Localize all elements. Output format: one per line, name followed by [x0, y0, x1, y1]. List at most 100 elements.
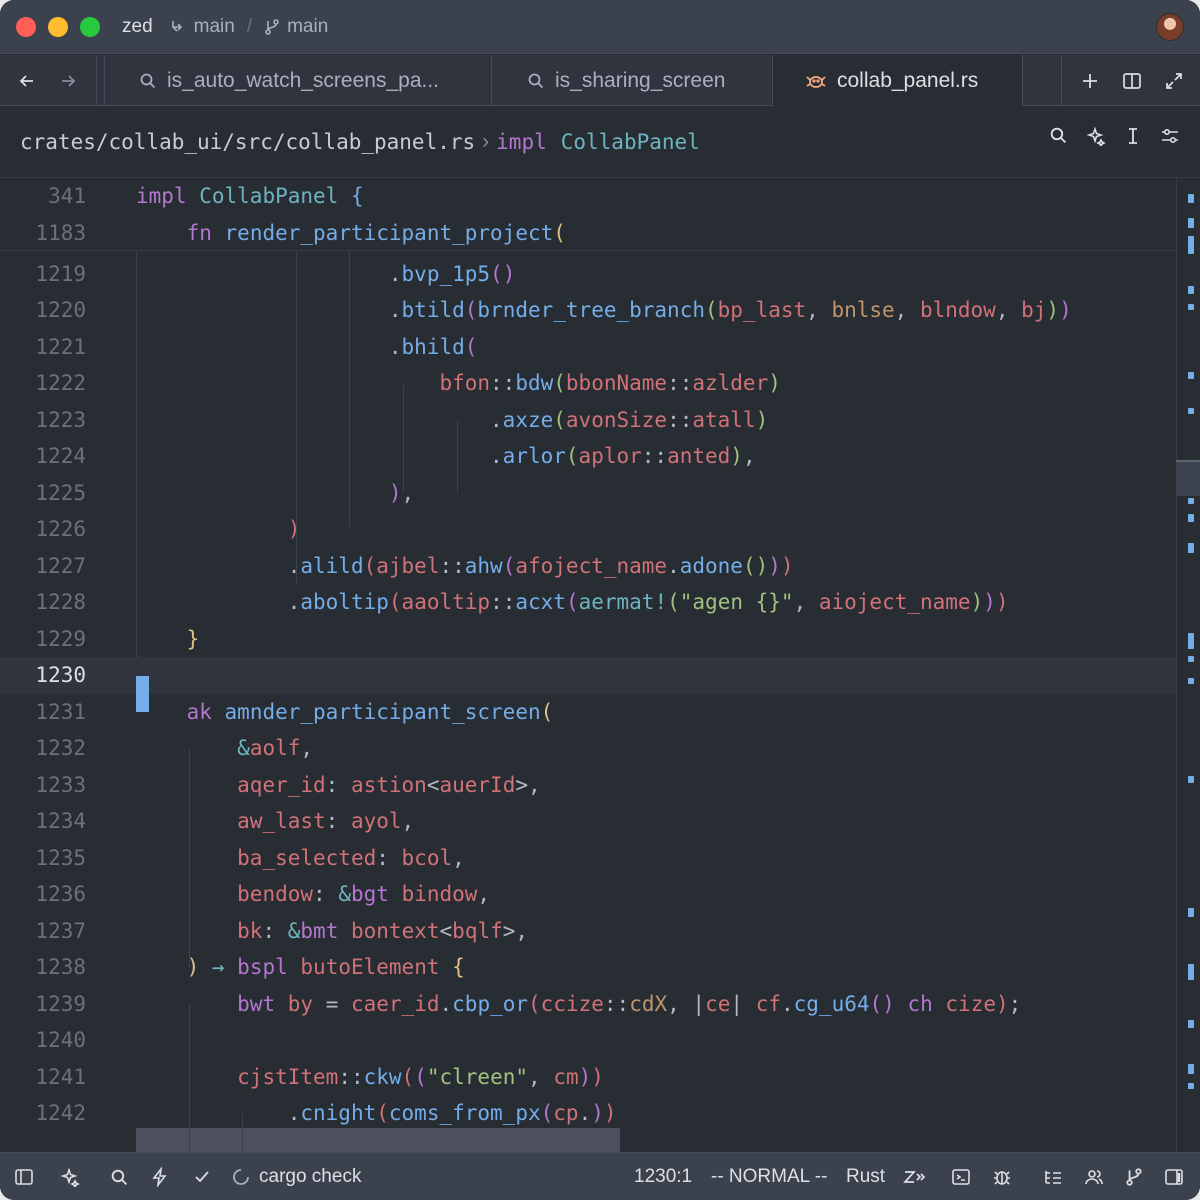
task-status[interactable]: cargo check — [232, 1153, 361, 1200]
scrollbar-thumb[interactable] — [1176, 460, 1200, 496]
inlay-hints-button[interactable] — [1114, 126, 1151, 146]
minimize-window-button[interactable] — [48, 16, 68, 37]
code-line[interactable]: 1231 ak amnder_participant_screen( — [0, 694, 1176, 731]
code-line[interactable]: 1222 bfon::bdw(bbonName::azlder) — [0, 365, 1176, 402]
diagnostics-button[interactable] — [193, 1153, 211, 1200]
code-line[interactable]: 1239 bwt by = caer_id.cbp_or(ccize::cdX,… — [0, 986, 1176, 1023]
terminal-icon — [952, 1169, 970, 1185]
scrollbar-marker — [1188, 543, 1194, 553]
breadcrumb[interactable]: crates/collab_ui/src/collab_panel.rs › i… — [0, 106, 1200, 178]
close-window-button[interactable] — [16, 16, 36, 37]
code-line[interactable]: 1228 .aboltip(aaoltip::acxt(aermat!("age… — [0, 584, 1176, 621]
window-controls — [16, 16, 100, 37]
text-cursor-icon — [1128, 128, 1137, 144]
split-pane-button[interactable] — [1111, 71, 1153, 91]
code-line[interactable]: 1237 bk: &bmt bontext<bqlf>, — [0, 913, 1176, 950]
code-line[interactable]: 1238 ) → bspl butoElement { — [0, 949, 1176, 986]
code-line[interactable]: 341 impl CollabPanel { — [0, 178, 1176, 215]
line-number: 1240 — [35, 1028, 86, 1052]
code-line[interactable]: 1221 .bhild( — [0, 329, 1176, 366]
editor-settings-button[interactable] — [1151, 126, 1188, 146]
sidebar-icon — [15, 1169, 33, 1185]
editor-scrollbar[interactable] — [1176, 178, 1200, 1152]
code-line[interactable]: 1223 .axze(avonSize::atall) — [0, 402, 1176, 439]
git-branch[interactable]: main — [264, 16, 328, 38]
navigate-forward-button[interactable] — [48, 55, 88, 106]
editor-toolbar — [1040, 126, 1188, 146]
line-number: 1235 — [35, 845, 86, 870]
arrow-right-icon — [62, 74, 76, 87]
code-line[interactable]: 1232 &aolf, — [0, 730, 1176, 767]
breadcrumb-path[interactable]: crates/collab_ui/src/collab_panel.rs — [20, 130, 475, 154]
code-line[interactable]: 1225 ), — [0, 475, 1176, 512]
scrollbar-marker — [1188, 1064, 1194, 1074]
scrollbar-marker — [1188, 908, 1194, 917]
terminal-button[interactable] — [951, 1153, 971, 1200]
worktree-branch[interactable]: main — [169, 16, 235, 38]
user-avatar[interactable] — [1156, 13, 1184, 41]
tab-collab-panel-rs[interactable]: collab_panel.rs — [772, 55, 1023, 107]
outline-panel-button[interactable] — [1043, 1153, 1063, 1200]
branch-separator: / — [246, 15, 253, 37]
assistant-button[interactable] — [1077, 126, 1114, 146]
toggle-left-dock-button[interactable] — [14, 1153, 34, 1200]
collab-panel-button[interactable] — [1084, 1153, 1104, 1200]
breadcrumb-keyword[interactable]: impl — [496, 130, 547, 154]
line-number: 1236 — [35, 882, 86, 906]
indent-guide — [189, 749, 190, 968]
lsp-activity-button[interactable] — [150, 1153, 170, 1200]
tab-search-sharing-screen[interactable]: is_sharing_screen — [491, 55, 773, 106]
new-tab-button[interactable] — [1069, 72, 1111, 90]
indent-guide — [349, 251, 350, 527]
breadcrumb-symbol[interactable]: CollabPanel — [561, 130, 700, 154]
navigate-back-button[interactable] — [7, 55, 47, 106]
code-text: .bhild( — [388, 334, 478, 359]
code-line[interactable]: 1233 aqer_id: astion<auerId>, — [0, 767, 1176, 804]
project-name[interactable]: zed — [122, 16, 153, 38]
current-code-line[interactable]: 1230 — [0, 657, 1176, 694]
code-line[interactable]: 1240 — [0, 1022, 1176, 1059]
code-line[interactable]: 1183 fn render_participant_project( — [0, 215, 1176, 252]
code-line[interactable]: 1220 .btild(brnder_tree_branch(bp_last, … — [0, 292, 1176, 329]
buffer-search-button[interactable] — [1040, 126, 1077, 146]
code-line[interactable]: 1227 .alild(ajbel::ahw(afoject_name.adon… — [0, 548, 1176, 585]
code-line[interactable]: 1226 ) — [0, 511, 1176, 548]
indent-guide — [242, 1114, 243, 1152]
debugger-button[interactable] — [992, 1153, 1012, 1200]
code-line[interactable]: 1236 bendow: &bgt bindow, — [0, 876, 1176, 913]
line-number: 1224 — [35, 444, 86, 468]
code-line[interactable]: 1235 ba_selected: bcol, — [0, 840, 1176, 877]
pane-actions — [1069, 55, 1195, 106]
cursor-position[interactable]: 1230:1 — [634, 1153, 692, 1200]
language-selector[interactable]: Rust — [846, 1153, 885, 1200]
indent-guide — [457, 421, 458, 494]
code-text: bwt by = caer_id.cbp_or(ccize::cdX, |ce|… — [237, 991, 1022, 1016]
toggle-right-dock-button[interactable] — [1164, 1153, 1184, 1200]
code-text: &aolf, — [237, 736, 314, 760]
sparkle-icon — [1085, 126, 1106, 146]
code-line[interactable]: 1219 .bvp_1p5() — [0, 256, 1176, 293]
code-line[interactable]: 1224 .arlor(aplor::anted), — [0, 438, 1176, 475]
line-number: 1233 — [35, 772, 86, 797]
edit-prediction-button[interactable] — [902, 1153, 926, 1200]
tab-search-auto-watch[interactable]: is_auto_watch_screens_pa... — [104, 55, 492, 106]
code-editor[interactable]: 341 impl CollabPanel {1183 fn render_part… — [0, 178, 1200, 1152]
maximize-window-button[interactable] — [80, 16, 100, 37]
check-icon — [195, 1171, 209, 1183]
assistant-status-button[interactable] — [60, 1153, 80, 1200]
line-number: 1234 — [35, 809, 86, 833]
code-line[interactable]: 1234 aw_last: ayol, — [0, 803, 1176, 840]
project-search-button[interactable] — [110, 1153, 129, 1200]
breadcrumb-separator: › — [482, 129, 490, 153]
line-number: 1226 — [35, 517, 86, 541]
code-line[interactable]: 1242 .cnight(coms_from_px(cp.)) — [0, 1095, 1176, 1132]
code-text: bfon::bdw(bbonName::azlder) — [439, 371, 781, 395]
code-line[interactable]: 1241 cjstItem::ckw(("clreen", cm)) — [0, 1059, 1176, 1096]
block-cursor — [136, 676, 149, 712]
scrollbar-marker — [1188, 1083, 1194, 1089]
title-bar: zed main / main — [0, 0, 1200, 54]
zoom-pane-button[interactable] — [1153, 72, 1195, 90]
git-panel-button[interactable] — [1125, 1153, 1143, 1200]
code-line[interactable]: 1229 } — [0, 621, 1176, 658]
sticky-scroll-header[interactable]: 341 impl CollabPanel {1183 fn render_part… — [0, 178, 1176, 251]
